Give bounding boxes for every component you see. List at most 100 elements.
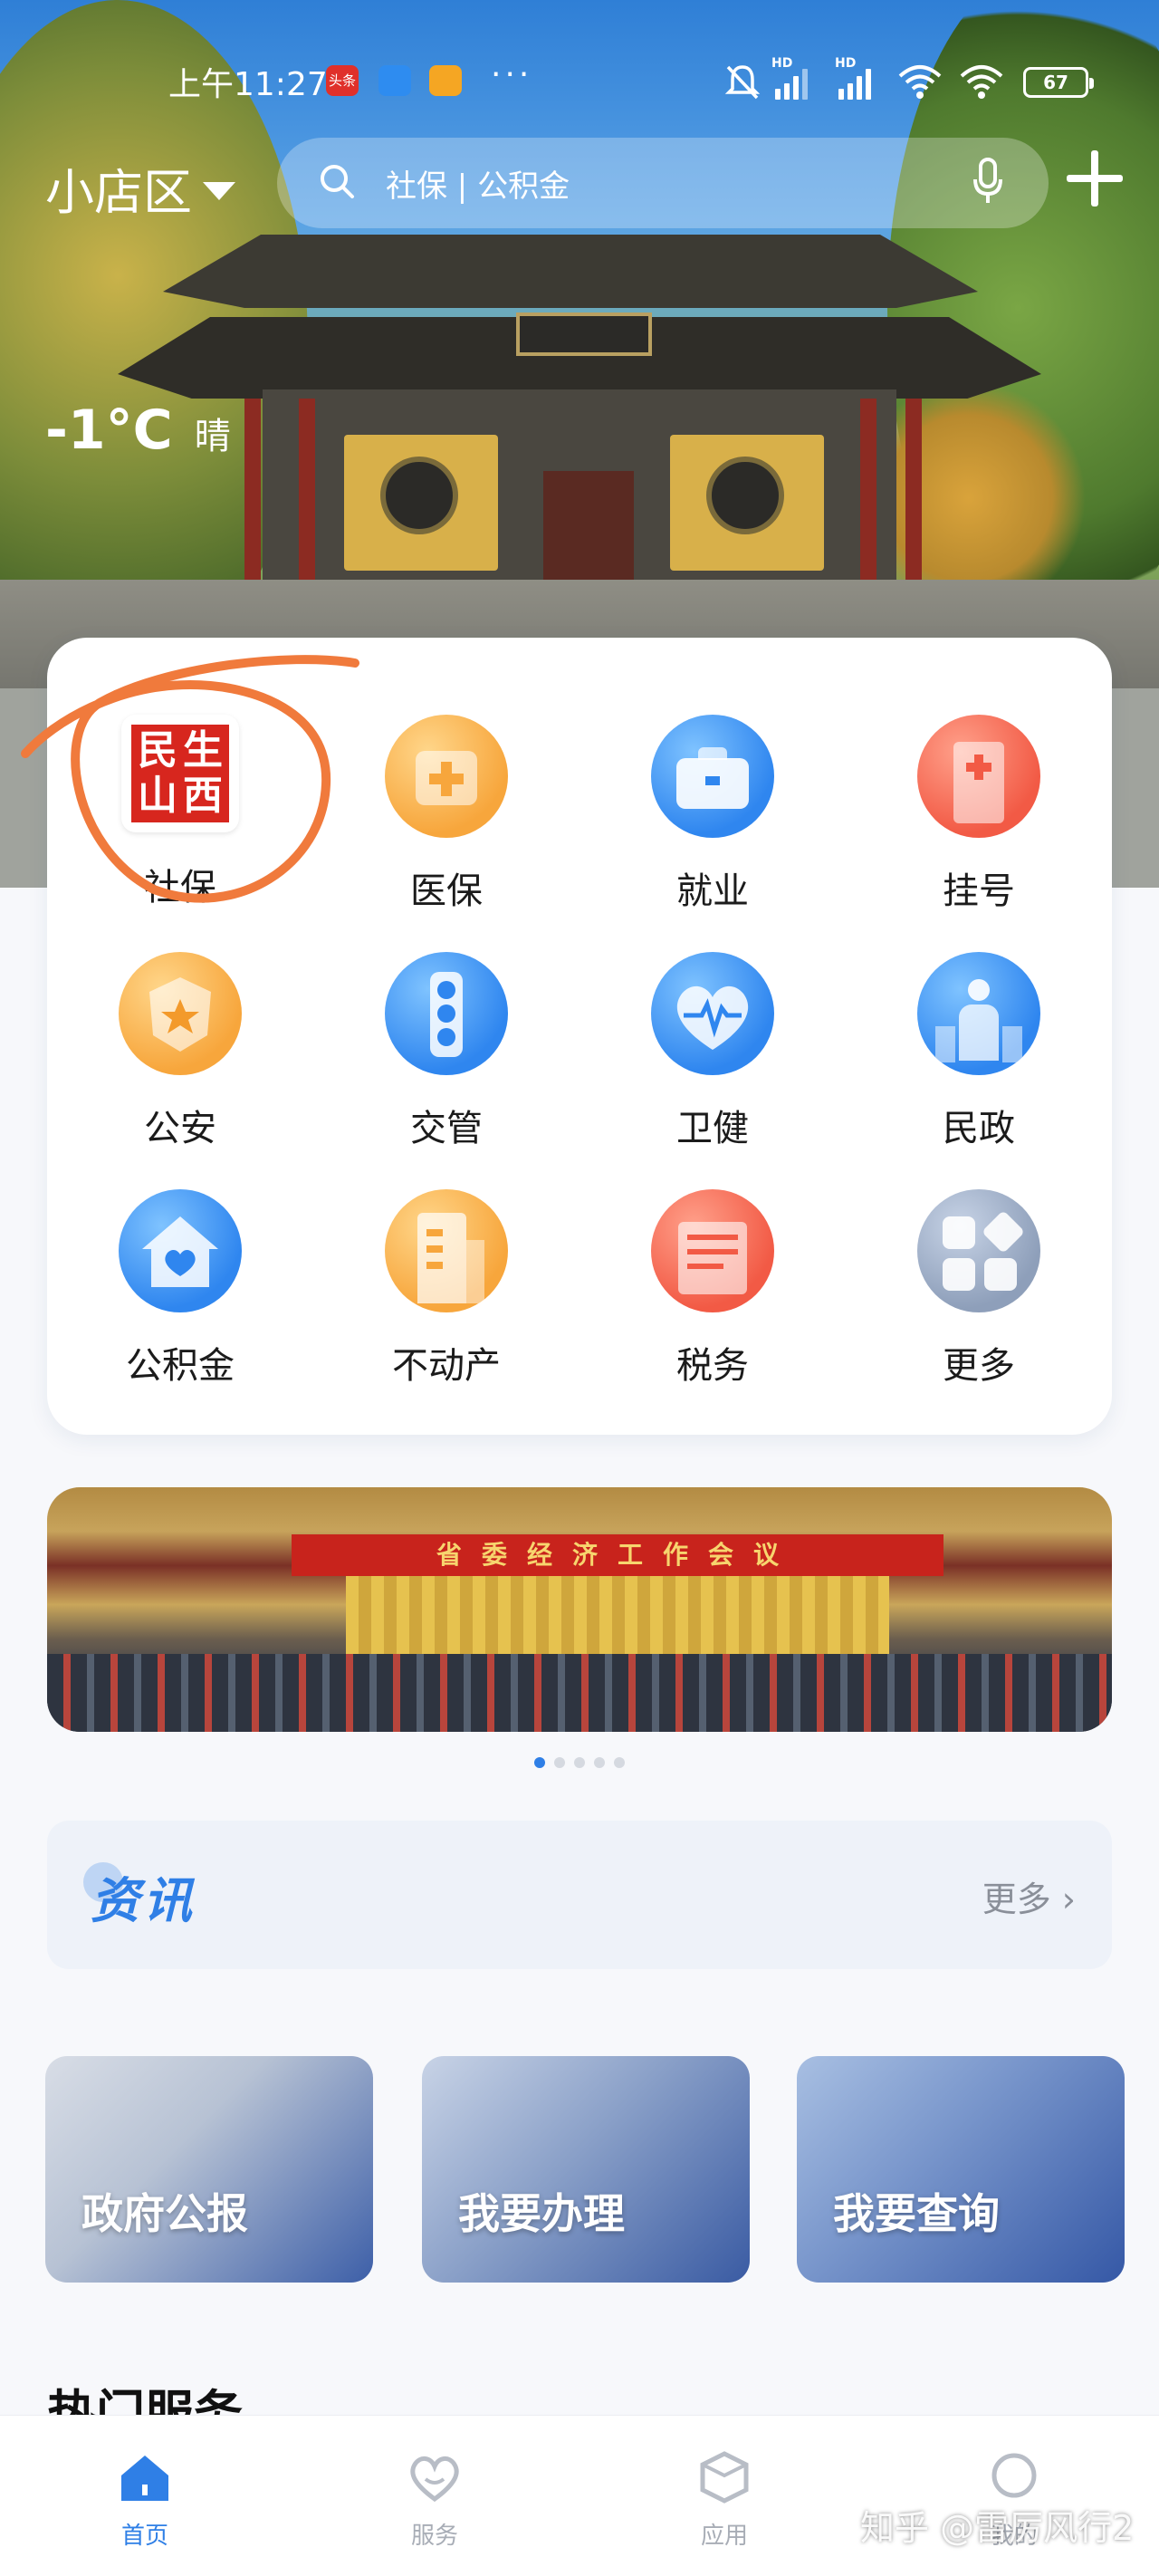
heart-icon: [410, 2456, 459, 2503]
zhihu-watermark: 知乎 @雷厉风行2: [860, 2508, 1135, 2548]
status-icons: HD HD 67: [724, 56, 1105, 103]
carousel-dot[interactable]: [574, 1757, 585, 1768]
wifi-2-icon: [960, 65, 1003, 99]
cube-icon: [700, 2451, 749, 2504]
tile-handle-affairs[interactable]: 我要办理: [422, 2056, 750, 2283]
more-notifications-icon: ···: [491, 56, 533, 93]
service-traffic[interactable]: 交管: [313, 952, 580, 1189]
temple-roof-upper: [163, 235, 978, 308]
service-label: 社保: [144, 867, 216, 908]
hd-label: HD: [835, 56, 857, 71]
hospital-building-icon: [917, 715, 1040, 838]
person-civil-icon: [917, 952, 1040, 1075]
district-label: 小店区: [45, 164, 192, 221]
service-label: 公积金: [126, 1345, 235, 1387]
gallery-notification-icon: [429, 65, 462, 96]
toutiao-app-icon: 头条: [326, 65, 359, 96]
carousel-dot[interactable]: [594, 1757, 605, 1768]
service-medical-insurance[interactable]: 医保: [313, 715, 580, 952]
tab-label: 服务: [410, 2523, 458, 2550]
temple-plaque: [516, 312, 652, 356]
service-health[interactable]: 卫健: [580, 952, 846, 1189]
services-grid: 民 生 山 西 社保 医保 就业 挂号 公安 交管 卫健 民政 公积金 不动产 …: [47, 715, 1112, 1427]
news-section-header: 资讯 更多 ›: [47, 1821, 1112, 1969]
round-window-left: [380, 457, 458, 534]
service-social-security[interactable]: 民 生 山 西 社保: [47, 715, 313, 952]
status-bar: 上午11:27 头条 ··· HD HD 67: [0, 53, 1159, 107]
hd-label: HD: [771, 56, 793, 71]
shanxi-minsheng-seal-icon: 民 生 山 西: [121, 715, 239, 832]
police-badge-icon: [119, 952, 242, 1075]
caret-down-icon: [203, 181, 235, 200]
tab-apps[interactable]: 应用: [652, 2448, 797, 2551]
bottom-tab-bar: 首页 服务 应用 我的: [0, 2415, 1159, 2576]
tile-government-bulletin[interactable]: 政府公报: [45, 2056, 373, 2283]
news-title: 资讯: [83, 1860, 196, 1932]
banner-stage-curtain: [346, 1576, 889, 1654]
carousel-dot[interactable]: [534, 1757, 545, 1768]
pillar: [860, 399, 876, 598]
news-more-link[interactable]: 更多 ›: [982, 1871, 1076, 1921]
service-more[interactable]: 更多: [846, 1189, 1112, 1427]
service-registration[interactable]: 挂号: [846, 715, 1112, 952]
service-label: 医保: [410, 870, 483, 912]
seal-char: 生: [183, 727, 223, 774]
battery-icon: 67: [1023, 67, 1094, 98]
tab-label: 应用: [700, 2523, 748, 2550]
service-label: 不动产: [392, 1345, 501, 1387]
banner-audience: [47, 1654, 1112, 1732]
pillar: [244, 399, 261, 598]
news-more-label: 更多: [982, 1879, 1051, 1919]
service-label: 公安: [144, 1108, 216, 1149]
tile-query[interactable]: 我要查询: [797, 2056, 1125, 2283]
tab-label: 首页: [120, 2523, 168, 2550]
briefcase-icon: [651, 715, 774, 838]
home-icon: [121, 2456, 168, 2501]
seal-char: 西: [183, 773, 223, 819]
mute-bell-icon: [724, 65, 761, 100]
pillar: [299, 399, 315, 598]
search-bar[interactable]: 社保 | 公积金: [277, 138, 1049, 228]
weather-condition: 晴: [194, 416, 231, 457]
service-civil-affairs[interactable]: 民政: [846, 952, 1112, 1189]
banner-caption: 省委经济工作会议: [436, 1540, 799, 1570]
status-time: 上午11:27: [168, 66, 328, 103]
seal-char: 山: [138, 773, 177, 819]
tab-home[interactable]: 首页: [72, 2448, 217, 2551]
service-tax[interactable]: 税务: [580, 1189, 846, 1427]
service-label: 就业: [676, 870, 749, 912]
tab-services[interactable]: 服务: [362, 2448, 507, 2551]
round-window-right: [706, 457, 784, 534]
building-icon: [385, 1189, 508, 1312]
service-real-estate[interactable]: 不动产: [313, 1189, 580, 1427]
service-label: 更多: [943, 1345, 1015, 1387]
wifi-1-icon: [898, 65, 942, 99]
temperature: -1°C: [45, 399, 173, 462]
carousel-indicator: [0, 1757, 1159, 1768]
news-banner-carousel[interactable]: 省委经济工作会议: [47, 1487, 1112, 1732]
more-grid-icon: [917, 1189, 1040, 1312]
district-selector[interactable]: 小店区: [45, 152, 235, 224]
microphone-icon[interactable]: [972, 158, 1003, 205]
tile-label: 政府公报: [81, 2189, 248, 2238]
traffic-light-icon: [385, 952, 508, 1075]
pillar: [905, 399, 922, 598]
add-icon[interactable]: [1061, 145, 1128, 212]
search-icon: [321, 165, 354, 198]
service-label: 交管: [410, 1108, 483, 1149]
app-notification-icon: [378, 65, 411, 96]
medical-kit-icon: [385, 715, 508, 838]
seal-char: 民: [138, 727, 177, 774]
service-employment[interactable]: 就业: [580, 715, 846, 952]
search-placeholder: 社保 | 公积金: [386, 168, 570, 205]
chevron-right-icon: ›: [1061, 1879, 1076, 1919]
tile-label: 我要办理: [458, 2189, 625, 2238]
service-label: 民政: [943, 1108, 1015, 1149]
service-label: 卫健: [676, 1108, 749, 1149]
service-label: 挂号: [943, 870, 1015, 912]
service-housing-fund[interactable]: 公积金: [47, 1189, 313, 1427]
carousel-dot[interactable]: [554, 1757, 565, 1768]
carousel-dot[interactable]: [614, 1757, 625, 1768]
heartbeat-icon: [651, 952, 774, 1075]
service-public-security[interactable]: 公安: [47, 952, 313, 1189]
